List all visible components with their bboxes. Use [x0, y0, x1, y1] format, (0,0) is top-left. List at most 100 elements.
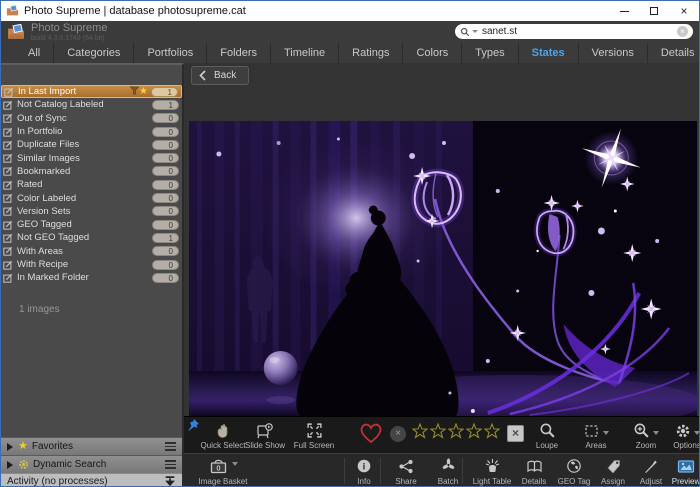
state-filter-row[interactable]: In Marked Folder ★ 0 [1, 271, 182, 284]
state-filter-row[interactable]: In Portfolio ★ 0 [1, 125, 182, 138]
fan-icon [440, 458, 457, 474]
activity-panel-toggle-icon[interactable] [164, 475, 176, 487]
state-filter-label: Color Labeled [17, 193, 152, 204]
edit-label-icon[interactable] [4, 87, 14, 97]
assign-button[interactable]: Assign [593, 457, 633, 486]
edit-label-icon[interactable] [3, 140, 13, 150]
rating-star-icon[interactable] [484, 423, 502, 444]
edit-label-icon[interactable] [3, 166, 13, 176]
state-filter-label: In Last Import [18, 86, 125, 97]
chevron-down-icon[interactable] [694, 431, 700, 435]
rating-star-icon[interactable] [466, 423, 484, 444]
count-badge: 0 [152, 127, 179, 137]
edit-label-icon[interactable] [3, 233, 13, 243]
state-filter-row[interactable]: Not GEO Tagged ★ 1 [1, 231, 182, 244]
state-filter-row[interactable]: Not Catalog Labeled ★ 1 [1, 98, 182, 111]
tab-states[interactable]: States [518, 43, 578, 63]
chevron-down-icon[interactable] [653, 431, 659, 435]
maximize-button[interactable] [639, 1, 669, 21]
tab-types[interactable]: Types [461, 43, 517, 63]
tab-details[interactable]: Details [647, 43, 700, 63]
remove-rating-button[interactable]: × [507, 425, 524, 442]
clear-rating-icon[interactable]: × [390, 426, 406, 442]
full-screen-button[interactable]: Full Screen [288, 420, 340, 450]
edit-label-icon[interactable] [3, 206, 13, 216]
rating-star-icon[interactable] [412, 423, 430, 444]
expand-triangle-icon[interactable] [7, 461, 13, 469]
loupe-button[interactable]: Loupe [527, 420, 567, 450]
state-filter-row[interactable]: Color Labeled ★ 0 [1, 191, 182, 204]
state-filter-row[interactable]: With Recipe ★ 0 [1, 258, 182, 271]
edit-label-icon[interactable] [3, 273, 13, 283]
chevron-down-icon[interactable] [603, 431, 609, 435]
gear-icon [18, 459, 29, 470]
favorites-panel-header[interactable]: ★ Favorites [1, 437, 182, 455]
panel-menu-icon[interactable] [165, 458, 176, 471]
tab-ratings[interactable]: Ratings [338, 43, 402, 63]
tab-bar: AllCategoriesPortfoliosFoldersTimelineRa… [1, 43, 699, 63]
image-basket-button[interactable]: 0 Image Basket [192, 457, 254, 486]
search-box[interactable]: sanet.st × [455, 24, 693, 39]
options-button[interactable]: Options [665, 420, 700, 450]
edit-label-icon[interactable] [3, 220, 13, 230]
state-filter-row[interactable]: Bookmarked ★ 0 [1, 165, 182, 178]
edit-label-icon[interactable] [3, 153, 13, 163]
state-filter-row[interactable]: Rated ★ 0 [1, 178, 182, 191]
quick-select-button[interactable]: Quick Select [198, 420, 248, 450]
tab-portfolios[interactable]: Portfolios [133, 43, 206, 63]
edit-label-icon[interactable] [3, 113, 13, 123]
details-button[interactable]: Details [514, 457, 554, 486]
edit-label-icon[interactable] [3, 180, 13, 190]
search-scope-caret[interactable] [472, 30, 478, 33]
slide-show-button[interactable]: Slide Show [242, 420, 288, 450]
edit-label-icon[interactable] [3, 100, 13, 110]
rating-star-icon[interactable] [430, 423, 448, 444]
edit-label-icon[interactable] [3, 193, 13, 203]
rating-star-icon[interactable] [448, 423, 466, 444]
heart-favorite-icon[interactable] [358, 421, 384, 445]
panel-menu-icon[interactable] [165, 440, 176, 453]
edit-label-icon[interactable] [3, 246, 13, 256]
search-clear-icon[interactable]: × [677, 26, 688, 37]
share-button[interactable]: Share [386, 457, 426, 486]
areas-button[interactable]: Areas [575, 420, 617, 450]
dynamic-search-panel-header[interactable]: Dynamic Search [1, 455, 182, 473]
count-badge: 0 [152, 140, 179, 150]
state-filter-label: In Marked Folder [17, 272, 152, 283]
rating-stars[interactable] [412, 423, 502, 444]
tab-categories[interactable]: Categories [53, 43, 133, 63]
edit-label-icon[interactable] [3, 127, 13, 137]
area-select-icon [584, 424, 600, 439]
tab-folders[interactable]: Folders [206, 43, 270, 63]
info-button[interactable]: i Info [346, 457, 382, 486]
count-badge: 0 [152, 260, 179, 270]
state-filter-row[interactable]: Out of Sync ★ 0 [1, 112, 182, 125]
search-input[interactable]: sanet.st [482, 26, 677, 37]
minimize-button[interactable] [609, 1, 639, 21]
gear-icon [675, 423, 691, 439]
expand-triangle-icon[interactable] [7, 443, 13, 451]
tab-colors[interactable]: Colors [402, 43, 461, 63]
back-button[interactable]: Back [191, 66, 249, 85]
geo-tag-button[interactable]: GEO Tag [552, 457, 596, 486]
photo-preview-image[interactable] [189, 121, 697, 416]
search-icon [460, 27, 470, 37]
state-filter-row[interactable]: GEO Tagged ★ 0 [1, 218, 182, 231]
state-filter-row[interactable]: Version Sets ★ 0 [1, 205, 182, 218]
edit-label-icon[interactable] [3, 260, 13, 270]
state-filter-row[interactable]: Duplicate Files ★ 0 [1, 138, 182, 151]
state-filter-row[interactable]: Similar Images ★ 0 [1, 151, 182, 164]
tab-all[interactable]: All [15, 43, 53, 63]
preview-button[interactable]: Preview [665, 457, 700, 486]
state-filter-row[interactable]: In Last Import ★ 1 [1, 85, 182, 98]
state-filter-label: With Areas [17, 246, 152, 257]
state-filter-row[interactable]: With Areas ★ 0 [1, 245, 182, 258]
tab-versions[interactable]: Versions [578, 43, 647, 63]
zoom-button[interactable]: Zoom [625, 420, 667, 450]
state-filter-label: Version Sets [17, 206, 152, 217]
close-button[interactable]: × [669, 1, 699, 21]
funnel-filter-icon[interactable] [130, 86, 139, 98]
tab-timeline[interactable]: Timeline [270, 43, 338, 63]
light-table-button[interactable]: Light Table [466, 457, 518, 486]
chevron-down-icon[interactable] [232, 462, 238, 466]
